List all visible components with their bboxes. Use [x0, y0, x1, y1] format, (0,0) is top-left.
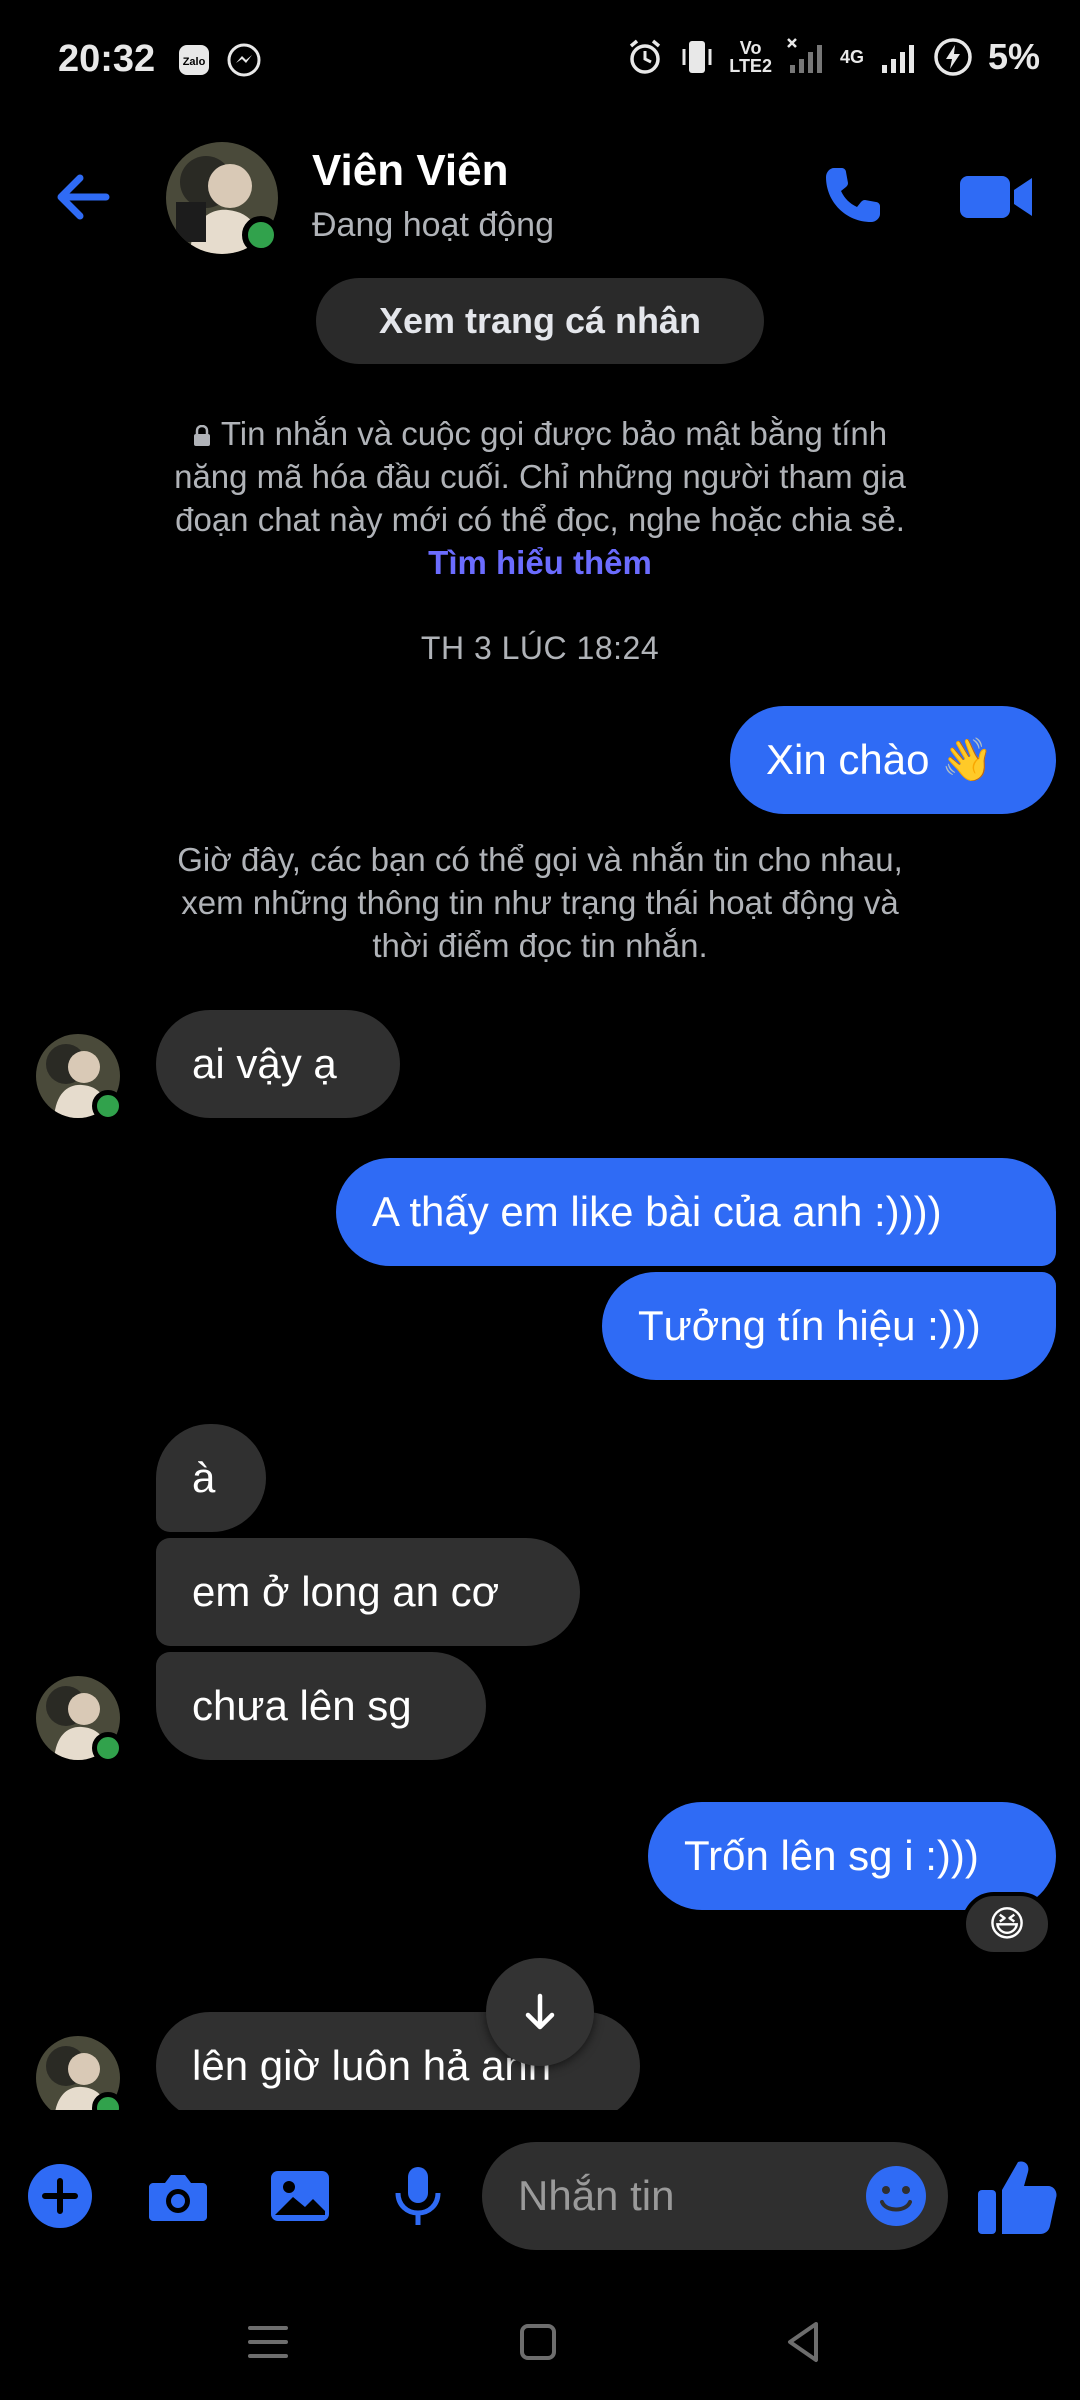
system-navigation-bar: [0, 2284, 1080, 2400]
message-text: Trốn lên sg i :))): [684, 1832, 979, 1879]
microphone-icon: [395, 2167, 441, 2225]
network-type: 4G: [839, 47, 864, 67]
phone-call-icon[interactable]: [818, 160, 888, 230]
online-status-dot: [92, 1732, 124, 1764]
message-bubble-outgoing[interactable]: A thấy em like bài của anh :)))): [336, 1158, 1056, 1266]
online-status-dot: [92, 1090, 124, 1122]
message-text: chưa lên sg: [192, 1682, 412, 1729]
online-status-dot: [92, 2092, 124, 2110]
notification-icons: Zalo: [176, 42, 262, 78]
message-text: ai vậy ạ: [192, 1040, 337, 1087]
message-text: Xin chào 👋: [766, 735, 994, 783]
alarm-icon: [630, 39, 661, 74]
signal-no-service-icon: [787, 38, 822, 73]
message-bubble-incoming[interactable]: à: [156, 1424, 266, 1532]
arrow-down-icon: [525, 1993, 555, 2030]
scroll-to-bottom-button[interactable]: [486, 1958, 594, 2066]
status-time: 20:32: [58, 38, 156, 80]
message-text: Tưởng tín hiệu :))): [638, 1302, 981, 1349]
message-text: em ở long an cơ: [192, 1568, 500, 1615]
message-timestamp: TH 3 LÚC 18:24: [420, 630, 660, 666]
camera-icon: [149, 2175, 207, 2221]
contact-activity-status: Đang hoạt động: [312, 206, 554, 244]
learn-more-link[interactable]: Tìm hiểu thêm: [428, 544, 652, 581]
lock-icon: [193, 425, 210, 446]
message-bubble-outgoing[interactable]: Xin chào 👋: [730, 706, 1056, 814]
vibrate-icon: [682, 41, 712, 73]
voice-message-button[interactable]: [378, 2156, 458, 2236]
video-call-icon[interactable]: [956, 162, 1036, 232]
camera-button[interactable]: [138, 2156, 218, 2236]
messenger-icon: [227, 43, 261, 77]
message-reaction[interactable]: 😆: [962, 1892, 1052, 1956]
view-profile-button[interactable]: Xem trang cá nhân: [316, 278, 764, 364]
contact-name[interactable]: Viên Viên: [312, 146, 508, 196]
gallery-button[interactable]: [260, 2156, 340, 2236]
back-arrow-icon[interactable]: [48, 162, 118, 232]
image-icon: [271, 2171, 329, 2221]
message-bubble-incoming[interactable]: chưa lên sg: [156, 1652, 486, 1760]
battery-level: 5%: [987, 36, 1040, 77]
chat-header: Viên Viên Đang hoạt động: [0, 130, 1080, 260]
battery-charging-icon: [934, 38, 972, 76]
encryption-text: Tin nhắn và cuộc gọi được bảo mật bằng t…: [174, 415, 906, 538]
message-bubble-incoming[interactable]: em ở long an cơ: [156, 1538, 580, 1646]
more-actions-button[interactable]: [20, 2156, 100, 2236]
online-status-dot: [242, 216, 280, 254]
home-icon[interactable]: [508, 2312, 568, 2372]
system-status: Vo LTE2 4G 5%: [625, 36, 1040, 78]
plus-icon: [28, 2164, 92, 2228]
emoji-icon[interactable]: [862, 2162, 930, 2230]
message-bubble-incoming[interactable]: ai vậy ạ: [156, 1010, 400, 1118]
menu-icon[interactable]: [238, 2312, 298, 2372]
message-text: lên giờ luôn hả anh: [192, 2042, 552, 2089]
thumbs-up-icon[interactable]: [972, 2154, 1062, 2240]
zalo-icon: Zalo: [179, 45, 209, 75]
message-text: A thấy em like bài của anh :)))): [372, 1188, 942, 1235]
message-composer: [0, 2120, 1080, 2274]
message-text: à: [192, 1454, 216, 1501]
status-bar: 20:32 Zalo Vo LTE2 4G 5%: [0, 0, 1080, 120]
svg-text:Zalo: Zalo: [183, 56, 206, 68]
signal-icon: [881, 45, 914, 73]
back-icon[interactable]: [774, 2312, 834, 2372]
encryption-notice: Tin nhắn và cuộc gọi được bảo mật bằng t…: [160, 412, 920, 584]
connection-info-note: Giờ đây, các bạn có thể gọi và nhắn tin …: [177, 841, 903, 964]
volte-indicator: Vo LTE2: [729, 38, 772, 76]
message-bubble-outgoing[interactable]: Tưởng tín hiệu :))): [602, 1272, 1056, 1380]
